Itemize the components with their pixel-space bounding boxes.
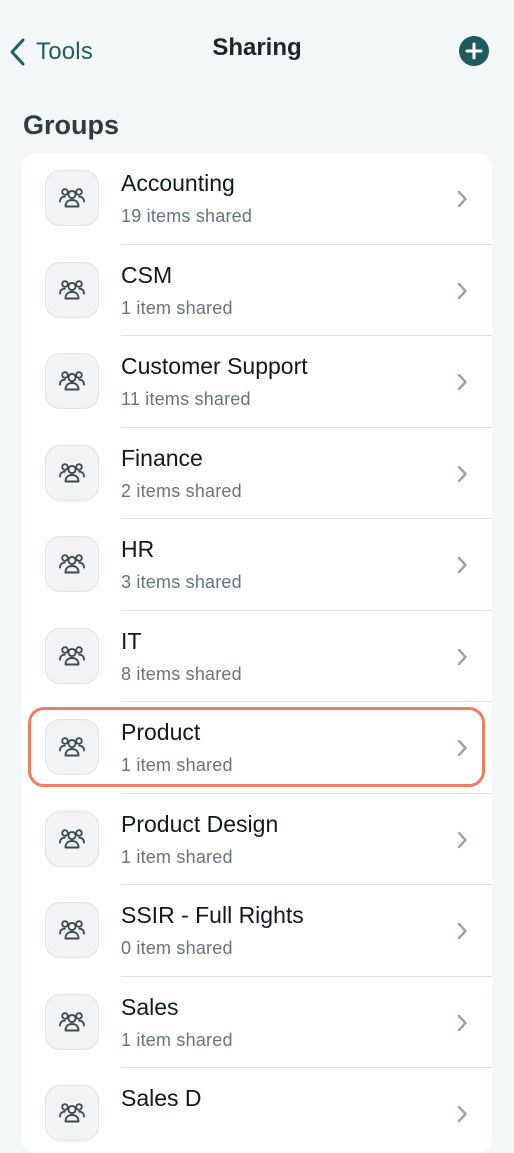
group-shared-count: 2 items shared <box>121 480 242 501</box>
group-icon <box>58 644 86 668</box>
chevron-right-icon <box>456 921 468 946</box>
page-title: Sharing <box>212 34 302 61</box>
group-row[interactable]: Customer Support 11 items shared <box>22 336 492 428</box>
group-name: Product <box>121 719 201 745</box>
group-row[interactable]: SSIR - Full Rights 0 item shared <box>22 885 492 977</box>
add-group-button[interactable] <box>459 36 489 66</box>
group-name: Customer Support <box>121 353 308 379</box>
group-shared-count: 8 items shared <box>121 663 242 684</box>
group-icon <box>58 1101 86 1125</box>
group-name: Accounting <box>121 170 235 196</box>
group-avatar <box>45 536 99 592</box>
group-icon <box>58 186 86 210</box>
group-shared-count: 1 item shared <box>121 297 233 318</box>
group-avatar <box>45 353 99 409</box>
group-avatar <box>45 810 99 867</box>
chevron-right-icon <box>456 647 468 672</box>
group-avatar <box>45 902 99 958</box>
group-avatar <box>45 993 99 1050</box>
group-name: CSM <box>121 261 173 288</box>
group-name: Sales D <box>121 1085 202 1111</box>
chevron-right-icon <box>456 281 468 306</box>
group-name: SSIR - Full Rights <box>121 902 304 928</box>
section-title-groups: Groups <box>23 110 120 140</box>
chevron-right-icon <box>456 738 468 763</box>
group-shared-count: 0 item shared <box>121 938 233 958</box>
group-shared-count: 1 item shared <box>121 755 233 775</box>
group-icon <box>58 461 86 485</box>
group-row[interactable]: Finance 2 items shared <box>22 428 492 519</box>
plus-circle-icon <box>465 42 483 60</box>
group-shared-count: 11 items shared <box>121 389 251 409</box>
group-shared-count: 1 item shared <box>121 1029 233 1050</box>
group-row[interactable]: Sales 1 item shared <box>22 977 492 1068</box>
group-avatar <box>45 444 99 501</box>
group-shared-count: 19 items shared <box>121 206 253 226</box>
chevron-right-icon <box>456 372 468 397</box>
group-icon <box>58 827 86 851</box>
group-icon <box>58 369 86 393</box>
group-shared-count: 3 items shared <box>121 572 242 592</box>
group-avatar <box>45 170 99 226</box>
group-name: Sales <box>121 993 179 1020</box>
group-icon <box>58 552 86 576</box>
chevron-right-icon <box>456 464 468 489</box>
navigation-bar: Tools Sharing <box>0 0 514 104</box>
group-row[interactable]: Product 1 item shared <box>22 702 492 794</box>
group-icon <box>58 1010 86 1034</box>
group-row[interactable]: Accounting 19 items shared <box>22 153 492 245</box>
chevron-right-icon <box>456 1013 468 1038</box>
group-avatar <box>45 261 99 318</box>
group-row[interactable]: CSM 1 item shared <box>22 245 492 336</box>
group-row[interactable]: Product Design 1 item shared <box>22 794 492 885</box>
group-name: Finance <box>121 444 203 471</box>
group-icon <box>58 918 86 942</box>
group-row[interactable]: IT 8 items shared <box>22 611 492 702</box>
group-shared-count: 1 item shared <box>121 846 233 867</box>
group-name: IT <box>121 627 142 654</box>
group-row[interactable]: Sales D <box>22 1068 492 1153</box>
chevron-right-icon <box>456 555 468 580</box>
group-name: HR <box>121 536 155 562</box>
group-icon <box>58 278 86 302</box>
chevron-right-icon <box>456 830 468 855</box>
group-avatar <box>45 627 99 684</box>
group-avatar <box>45 719 99 775</box>
group-icon <box>58 735 86 759</box>
groups-list: Accounting 19 items shared CSM 1 item share… <box>22 153 492 1153</box>
group-avatar <box>45 1085 99 1141</box>
group-row[interactable]: HR 3 items shared <box>22 519 492 611</box>
group-name: Product Design <box>121 810 279 837</box>
chevron-right-icon <box>456 189 468 214</box>
chevron-right-icon <box>456 1104 468 1129</box>
